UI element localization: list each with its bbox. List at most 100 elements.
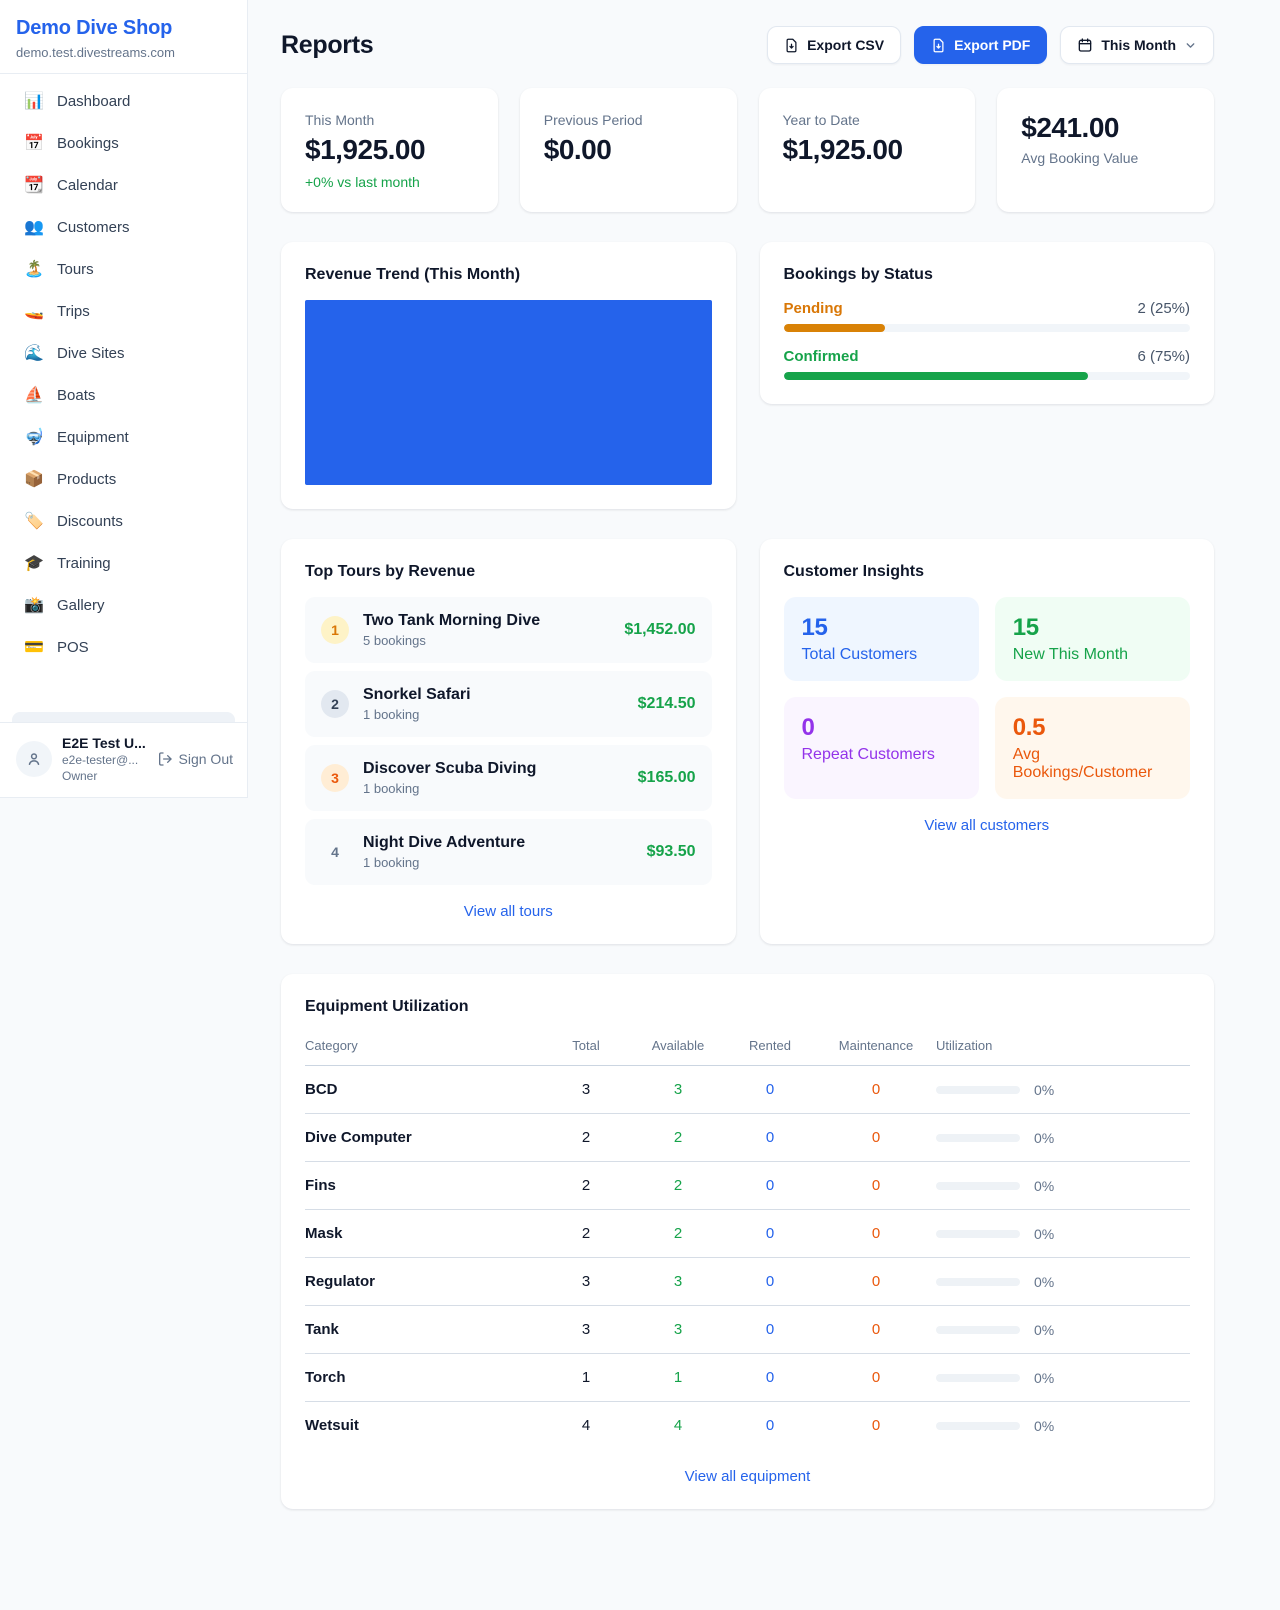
status-row-pending: Pending 2 (25%): [784, 300, 1191, 332]
tour-list: 1 Two Tank Morning Dive 5 bookings $1,45…: [305, 597, 712, 885]
export-pdf-label: Export PDF: [954, 37, 1030, 53]
sidebar-item-label: Discounts: [57, 513, 123, 530]
equipment-table: Category Total Available Rented Maintena…: [305, 1030, 1190, 1450]
sidebar-item-customers[interactable]: 👥 Customers: [12, 211, 235, 244]
sidebar: Demo Dive Shop demo.test.divestreams.com…: [0, 0, 248, 798]
revenue-trend-chart: [305, 300, 712, 485]
sidebar-item-pos[interactable]: 💳 POS: [12, 631, 235, 664]
stat-card-this-month: This Month $1,925.00 +0% vs last month: [281, 88, 498, 212]
status-count: 2 (25%): [1137, 300, 1190, 317]
table-row: Mask 2 2 0 0 0%: [305, 1210, 1190, 1258]
view-all-tours-link[interactable]: View all tours: [305, 903, 712, 920]
insight-new-this-month: 15 New This Month: [995, 597, 1190, 681]
tour-amount: $1,452.00: [624, 621, 695, 639]
progress-fill-pending: [784, 324, 886, 332]
column-header: Rented: [724, 1030, 816, 1066]
period-dropdown[interactable]: This Month: [1060, 26, 1214, 64]
sidebar-item-boats[interactable]: ⛵ Boats: [12, 379, 235, 412]
utilization-cell: 0%: [936, 1226, 1190, 1242]
logout-icon: [157, 751, 173, 767]
user-meta: E2E Test U... e2e-tester@... Owner: [62, 735, 147, 783]
sidebar-item-label: Trips: [57, 303, 90, 320]
user-name: E2E Test U...: [62, 735, 147, 751]
column-header: Utilization: [936, 1030, 1190, 1066]
tour-bookings: 5 bookings: [363, 633, 610, 648]
table-row: Fins 2 2 0 0 0%: [305, 1162, 1190, 1210]
discounts-tag-icon: 🏷️: [24, 514, 44, 530]
sidebar-item-equipment[interactable]: 🤿 Equipment: [12, 421, 235, 454]
sidebar-item-label: Customers: [57, 219, 130, 236]
view-all-customers-link[interactable]: View all customers: [784, 817, 1191, 834]
stat-card-year-to-date: Year to Date $1,925.00: [759, 88, 976, 212]
insight-grid: 15 Total Customers 15 New This Month 0 R…: [784, 597, 1191, 799]
utilization-cell: 0%: [936, 1322, 1190, 1338]
stat-delta: +0% vs last month: [305, 174, 474, 190]
file-download-icon: [784, 38, 799, 53]
user-role: Owner: [62, 769, 147, 783]
export-csv-button[interactable]: Export CSV: [767, 26, 901, 64]
tour-item: 4 Night Dive Adventure 1 booking $93.50: [305, 819, 712, 885]
bookings-calendar-icon: 📅: [24, 136, 44, 152]
revenue-trend-card: Revenue Trend (This Month): [281, 242, 736, 509]
rank-badge: 1: [321, 616, 349, 644]
sidebar-item-label: Equipment: [57, 429, 129, 446]
sidebar-item-label: Dive Sites: [57, 345, 125, 362]
training-graduation-cap-icon: 🎓: [24, 556, 44, 572]
sidebar-item-dashboard[interactable]: 📊 Dashboard: [12, 85, 235, 118]
column-header: Category: [305, 1030, 540, 1066]
tour-amount: $214.50: [638, 695, 696, 713]
insights-row: Top Tours by Revenue 1 Two Tank Morning …: [281, 539, 1214, 944]
tour-bookings: 1 booking: [363, 855, 633, 870]
table-row: Wetsuit 4 4 0 0 0%: [305, 1402, 1190, 1450]
sidebar-item-training[interactable]: 🎓 Training: [12, 547, 235, 580]
chevron-down-icon: [1184, 39, 1197, 52]
column-header: Total: [540, 1030, 632, 1066]
sidebar-item-label: Calendar: [57, 177, 118, 194]
customer-insights-title: Customer Insights: [784, 563, 1191, 581]
insight-total-customers: 15 Total Customers: [784, 597, 979, 681]
products-box-icon: 📦: [24, 472, 44, 488]
tour-name: Two Tank Morning Dive: [363, 612, 610, 630]
equipment-diving-mask-icon: 🤿: [24, 430, 44, 446]
sidebar-item-label: Products: [57, 471, 116, 488]
gallery-camera-icon: 📸: [24, 598, 44, 614]
sidebar-item-tours[interactable]: 🏝️ Tours: [12, 253, 235, 286]
export-pdf-button[interactable]: Export PDF: [914, 26, 1047, 64]
stat-label: This Month: [305, 112, 474, 128]
sidebar-nav: 📊 Dashboard 📅 Bookings 📆 Calendar 👥 Cust…: [0, 74, 247, 722]
status-row-confirmed: Confirmed 6 (75%): [784, 348, 1191, 380]
shop-domain: demo.test.divestreams.com: [16, 45, 231, 60]
sign-out-button[interactable]: Sign Out: [157, 751, 233, 767]
table-header-row: Category Total Available Rented Maintena…: [305, 1030, 1190, 1066]
column-header: Available: [632, 1030, 724, 1066]
top-tours-title: Top Tours by Revenue: [305, 563, 712, 581]
boats-sailboat-icon: ⛵: [24, 388, 44, 404]
tour-item: 2 Snorkel Safari 1 booking $214.50: [305, 671, 712, 737]
tour-amount: $93.50: [647, 843, 696, 861]
rank-badge: 2: [321, 690, 349, 718]
page-header: Reports Export CSV Export PDF This Month: [281, 26, 1214, 64]
sidebar-item-discounts[interactable]: 🏷️ Discounts: [12, 505, 235, 538]
sidebar-item-gallery[interactable]: 📸 Gallery: [12, 589, 235, 622]
sidebar-item-bookings[interactable]: 📅 Bookings: [12, 127, 235, 160]
sidebar-item-calendar[interactable]: 📆 Calendar: [12, 169, 235, 202]
insight-label: Repeat Customers: [802, 746, 961, 764]
sidebar-header: Demo Dive Shop demo.test.divestreams.com: [0, 0, 247, 74]
view-all-equipment-link[interactable]: View all equipment: [305, 1468, 1190, 1485]
stat-label: Previous Period: [544, 112, 713, 128]
sidebar-item-reports-partial[interactable]: [12, 712, 235, 722]
sidebar-item-trips[interactable]: 🚤 Trips: [12, 295, 235, 328]
tour-item: 3 Discover Scuba Diving 1 booking $165.0…: [305, 745, 712, 811]
utilization-cell: 0%: [936, 1370, 1190, 1386]
stat-label: Avg Booking Value: [1021, 150, 1190, 166]
sidebar-item-dive-sites[interactable]: 🌊 Dive Sites: [12, 337, 235, 370]
progress-track: [784, 324, 1191, 332]
bookings-by-status-card: Bookings by Status Pending 2 (25%) Confi…: [760, 242, 1215, 404]
sidebar-item-products[interactable]: 📦 Products: [12, 463, 235, 496]
progress-track: [784, 372, 1191, 380]
tour-name: Night Dive Adventure: [363, 834, 633, 852]
charts-row: Revenue Trend (This Month) Bookings by S…: [281, 242, 1214, 509]
pos-credit-card-icon: 💳: [24, 640, 44, 656]
utilization-cell: 0%: [936, 1418, 1190, 1434]
header-actions: Export CSV Export PDF This Month: [767, 26, 1214, 64]
